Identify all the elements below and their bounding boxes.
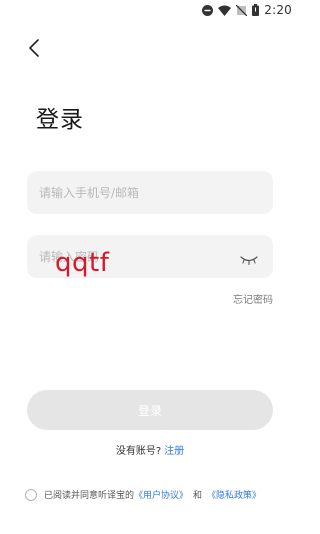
back-button[interactable] [22, 38, 46, 62]
login-button[interactable]: 登录 [27, 390, 273, 430]
password-field-container [27, 235, 273, 278]
battery-icon [252, 4, 260, 16]
wifi-icon [218, 5, 232, 16]
register-prompt: 没有账号? [115, 446, 162, 457]
agreement-and: 和 [193, 491, 203, 501]
page-title: 登录 [36, 107, 84, 133]
register-link[interactable]: 注册 [164, 446, 184, 457]
status-time: 2:20 [264, 3, 292, 17]
phone-email-field-container [27, 171, 273, 214]
chevron-left-icon [28, 39, 40, 61]
agreement-text: 已阅读并同意听译宝的 [44, 491, 135, 501]
agreement-checkbox[interactable] [25, 488, 37, 501]
no-sim-icon [236, 4, 248, 16]
agreement-row: 已阅读并同意听译宝的 《用户协议》 和 《隐私政策》 [25, 488, 261, 501]
password-input[interactable] [27, 235, 273, 278]
status-bar: 2:20 [0, 0, 300, 22]
status-icons: 2:20 [202, 3, 292, 17]
forgot-password-link[interactable]: 忘记密码 [233, 291, 273, 306]
phone-email-input[interactable] [27, 171, 273, 214]
eye-closed-icon[interactable] [239, 251, 259, 265]
privacy-policy-link[interactable]: 《隐私政策》 [207, 488, 261, 501]
register-row: 没有账号? 注册 [0, 442, 300, 457]
minus-circle-icon [202, 4, 214, 16]
user-agreement-link[interactable]: 《用户协议》 [134, 488, 188, 501]
